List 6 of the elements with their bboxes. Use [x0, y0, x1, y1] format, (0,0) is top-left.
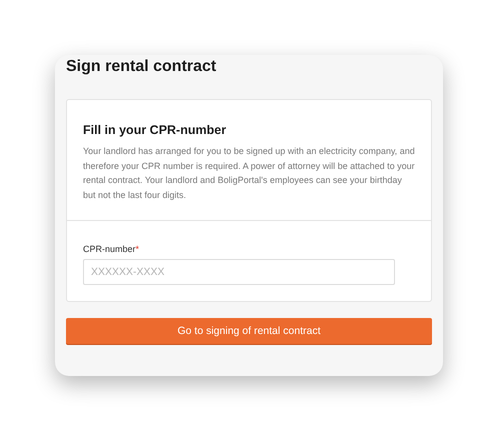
section-heading: Fill in your CPR-number [83, 122, 228, 138]
input-field[interactable]: XXXXXX-XXXX [83, 259, 395, 285]
field-label: CPR-number* [83, 243, 140, 255]
section-description: Your landlord has arranged for you to be signed up with an electricity company, and therefore your CPR number is required. A power of attorney will be attached to your rental contract. Your landlord and BoligPortal's employees can see your birthday but not the last four digits. [83, 145, 415, 202]
dialog-title: Sign rental contract [66, 57, 218, 77]
submit-button[interactable]: Go to signing of rental contract [66, 318, 432, 344]
